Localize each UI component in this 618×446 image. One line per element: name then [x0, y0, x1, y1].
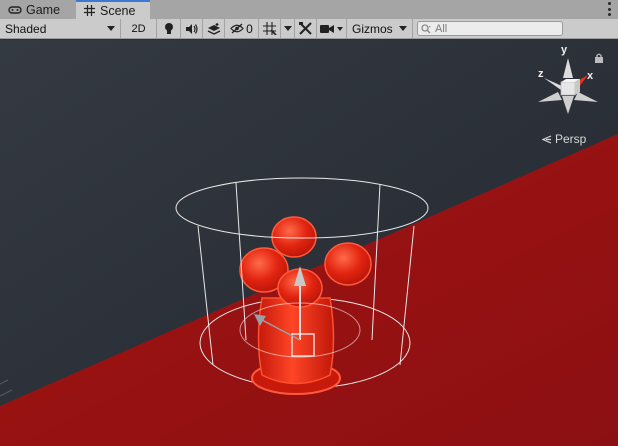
chevron-down-icon — [337, 26, 343, 31]
draw-mode-label: Shaded — [5, 21, 47, 36]
grid-icon — [82, 5, 96, 17]
layers-icon — [207, 22, 220, 35]
eye-slash-icon — [230, 23, 244, 34]
gizmo-y-label: y — [561, 44, 568, 56]
hidden-objects-toggle[interactable]: 0 — [225, 18, 259, 39]
tools-icon — [299, 22, 312, 35]
gizmo-x-label: x — [587, 70, 594, 82]
gizmos-label: Gizmos — [352, 21, 393, 36]
draw-mode-dropdown[interactable]: Shaded — [0, 18, 121, 39]
tab-game-label: Game — [26, 2, 61, 17]
camera-settings-dropdown[interactable] — [317, 18, 347, 39]
chevron-down-icon — [107, 26, 115, 31]
lightbulb-icon — [164, 23, 173, 34]
more-options-icon[interactable] — [606, 2, 612, 16]
camera-icon — [320, 24, 334, 33]
object-sphere-back — [271, 216, 317, 258]
tab-game[interactable]: Game — [2, 0, 74, 19]
tab-scene-label: Scene — [100, 3, 136, 18]
grid-snapping-button[interactable] — [259, 18, 281, 39]
chevron-down-icon — [283, 26, 292, 31]
scene-viewport[interactable] — [0, 40, 618, 446]
object-sphere-right — [324, 242, 372, 286]
speaker-icon — [186, 23, 198, 34]
search-icon — [421, 23, 431, 33]
gamepad-icon — [8, 4, 22, 16]
2d-toggle-button[interactable]: 2D — [121, 18, 157, 39]
audio-toggle-button[interactable] — [181, 18, 203, 39]
lighting-toggle-button[interactable] — [157, 18, 181, 39]
tab-scene[interactable]: Scene — [76, 0, 150, 19]
projection-toggle[interactable]: Persp — [542, 132, 586, 146]
gizmos-dropdown[interactable]: Gizmos — [347, 18, 413, 39]
scene-toolbar: Shaded 2D 0 Gizmos All — [0, 18, 618, 39]
effects-dropdown-button[interactable] — [203, 18, 225, 39]
grid-snap-icon — [262, 22, 277, 35]
scene-render — [0, 40, 618, 446]
editor-tab-bar: Game Scene — [0, 0, 618, 19]
object-body — [257, 297, 335, 385]
hidden-objects-count: 0 — [246, 21, 253, 36]
chevron-down-icon — [399, 26, 407, 31]
grid-options-dropdown[interactable] — [281, 18, 295, 39]
scene-search-input[interactable]: All — [417, 21, 563, 36]
2d-toggle-label: 2D — [131, 22, 146, 35]
projection-label: Persp — [555, 132, 587, 146]
lock-icon[interactable] — [594, 52, 604, 63]
perspective-icon — [542, 134, 552, 144]
tools-button[interactable] — [295, 18, 317, 39]
search-placeholder: All — [435, 22, 448, 35]
gizmo-z-label: z — [538, 68, 544, 80]
